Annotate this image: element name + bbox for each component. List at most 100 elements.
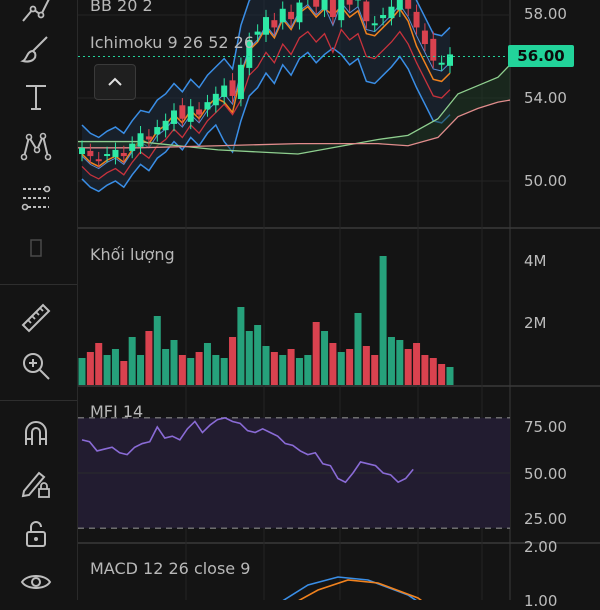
magnet-icon — [19, 417, 53, 451]
candle-body — [96, 159, 102, 161]
eye-icon — [19, 565, 53, 599]
volume-bar — [271, 352, 278, 385]
volume-bar — [380, 256, 387, 385]
candle-body — [238, 65, 244, 99]
volume-bar — [355, 313, 362, 385]
candle-body — [288, 12, 294, 19]
candle-body — [196, 109, 202, 114]
volume-bar — [329, 343, 336, 385]
candle-body — [388, 7, 394, 18]
chevron-up-icon — [107, 77, 123, 87]
candle-body — [322, 0, 328, 10]
candle-body — [179, 105, 185, 118]
candle-body — [422, 31, 428, 44]
volume-bar — [104, 355, 111, 385]
volume-bar — [304, 355, 311, 385]
candle-body — [372, 23, 378, 25]
visibility-tool[interactable] — [14, 562, 58, 602]
volume-bar — [246, 331, 253, 385]
volume-bar — [120, 361, 127, 385]
candle-body — [296, 3, 302, 23]
price-axis-label: 58.00 — [524, 5, 567, 23]
candle-body — [154, 127, 160, 134]
text-tool[interactable] — [14, 77, 58, 117]
candle-body — [104, 154, 110, 156]
candle-body — [380, 15, 386, 18]
trendline-tool[interactable] — [14, 0, 58, 30]
volume-bar — [154, 316, 161, 385]
current-price-badge: 56.00 — [508, 45, 574, 67]
volume-bar — [237, 307, 244, 385]
volume-bar — [388, 337, 395, 385]
candle-body — [271, 20, 277, 27]
volume-bar — [129, 337, 136, 385]
volume-bar — [254, 325, 261, 385]
volume-bar — [95, 343, 102, 385]
candle-body — [79, 148, 85, 154]
volume-bar — [371, 355, 378, 385]
volume-bar — [279, 355, 286, 385]
volume-bar — [221, 358, 228, 385]
chart-area[interactable]: BB 20 2 Ichimoku 9 26 52 26 58.00 54.00 … — [78, 0, 600, 600]
collapse-indicators-button[interactable] — [94, 64, 136, 100]
candle-body — [280, 9, 286, 22]
trendline-icon — [19, 0, 53, 27]
mfi-axis-label: 75.00 — [524, 418, 567, 436]
volume-bar — [288, 349, 295, 385]
volume-bar — [313, 322, 320, 385]
macd-indicator-label[interactable]: MACD 12 26 close 9 — [90, 559, 250, 578]
ichimoku-indicator-label[interactable]: Ichimoku 9 26 52 26 — [90, 33, 254, 52]
lock-drawing-tool[interactable] — [14, 464, 58, 504]
candle-body — [430, 39, 436, 61]
brush-tool[interactable] — [14, 30, 58, 70]
candle-body — [414, 12, 420, 28]
pattern-tool[interactable] — [14, 127, 58, 167]
toolbar-divider — [0, 400, 77, 401]
text-icon — [19, 80, 53, 114]
candle-body — [121, 153, 127, 156]
empty-tool[interactable] — [14, 228, 58, 268]
volume-bar — [413, 343, 420, 385]
volume-bar — [187, 358, 194, 385]
candle-body — [330, 0, 336, 17]
volume-bar — [338, 352, 345, 385]
candle-body — [138, 133, 144, 146]
fib-icon — [19, 181, 53, 215]
bb-indicator-label[interactable]: BB 20 2 — [90, 0, 153, 15]
magnet-tool[interactable] — [14, 414, 58, 454]
candle-body — [213, 94, 219, 105]
unlock-tool[interactable] — [14, 514, 58, 554]
candle-body — [338, 0, 344, 20]
drawing-toolbar — [0, 0, 78, 600]
volume-bar — [112, 349, 119, 385]
ruler-tool[interactable] — [14, 298, 58, 338]
lock-pencil-icon — [19, 467, 53, 501]
volume-bar — [447, 367, 454, 385]
candle-body — [221, 86, 227, 97]
price-axis-label: 54.00 — [524, 89, 567, 107]
brush-icon — [19, 33, 53, 67]
volume-bar — [346, 349, 353, 385]
unlock-icon — [19, 517, 53, 551]
toolbar-divider — [0, 284, 77, 285]
mfi-axis-label: 25.00 — [524, 510, 567, 528]
volume-indicator-label[interactable]: Khối lượng — [90, 245, 175, 264]
price-axis-label: 50.00 — [524, 172, 567, 190]
volume-bar — [137, 355, 144, 385]
volume-bar — [171, 340, 178, 385]
candle-body — [363, 2, 369, 22]
zoom-tool[interactable] — [14, 346, 58, 386]
candle-body — [263, 17, 269, 35]
mfi-indicator-label[interactable]: MFI 14 — [90, 402, 143, 421]
candle-body — [347, 0, 353, 5]
fib-tool[interactable] — [14, 178, 58, 218]
mfi-axis-label: 50.00 — [524, 465, 567, 483]
volume-bar — [363, 346, 370, 385]
volume-bar — [229, 337, 236, 385]
volume-bar — [296, 358, 303, 385]
chart-canvas[interactable] — [78, 0, 600, 600]
volume-bar — [430, 358, 437, 385]
macd-axis-label: 2.00 — [524, 538, 557, 556]
volume-bar — [396, 340, 403, 385]
zoom-in-icon — [19, 349, 53, 383]
